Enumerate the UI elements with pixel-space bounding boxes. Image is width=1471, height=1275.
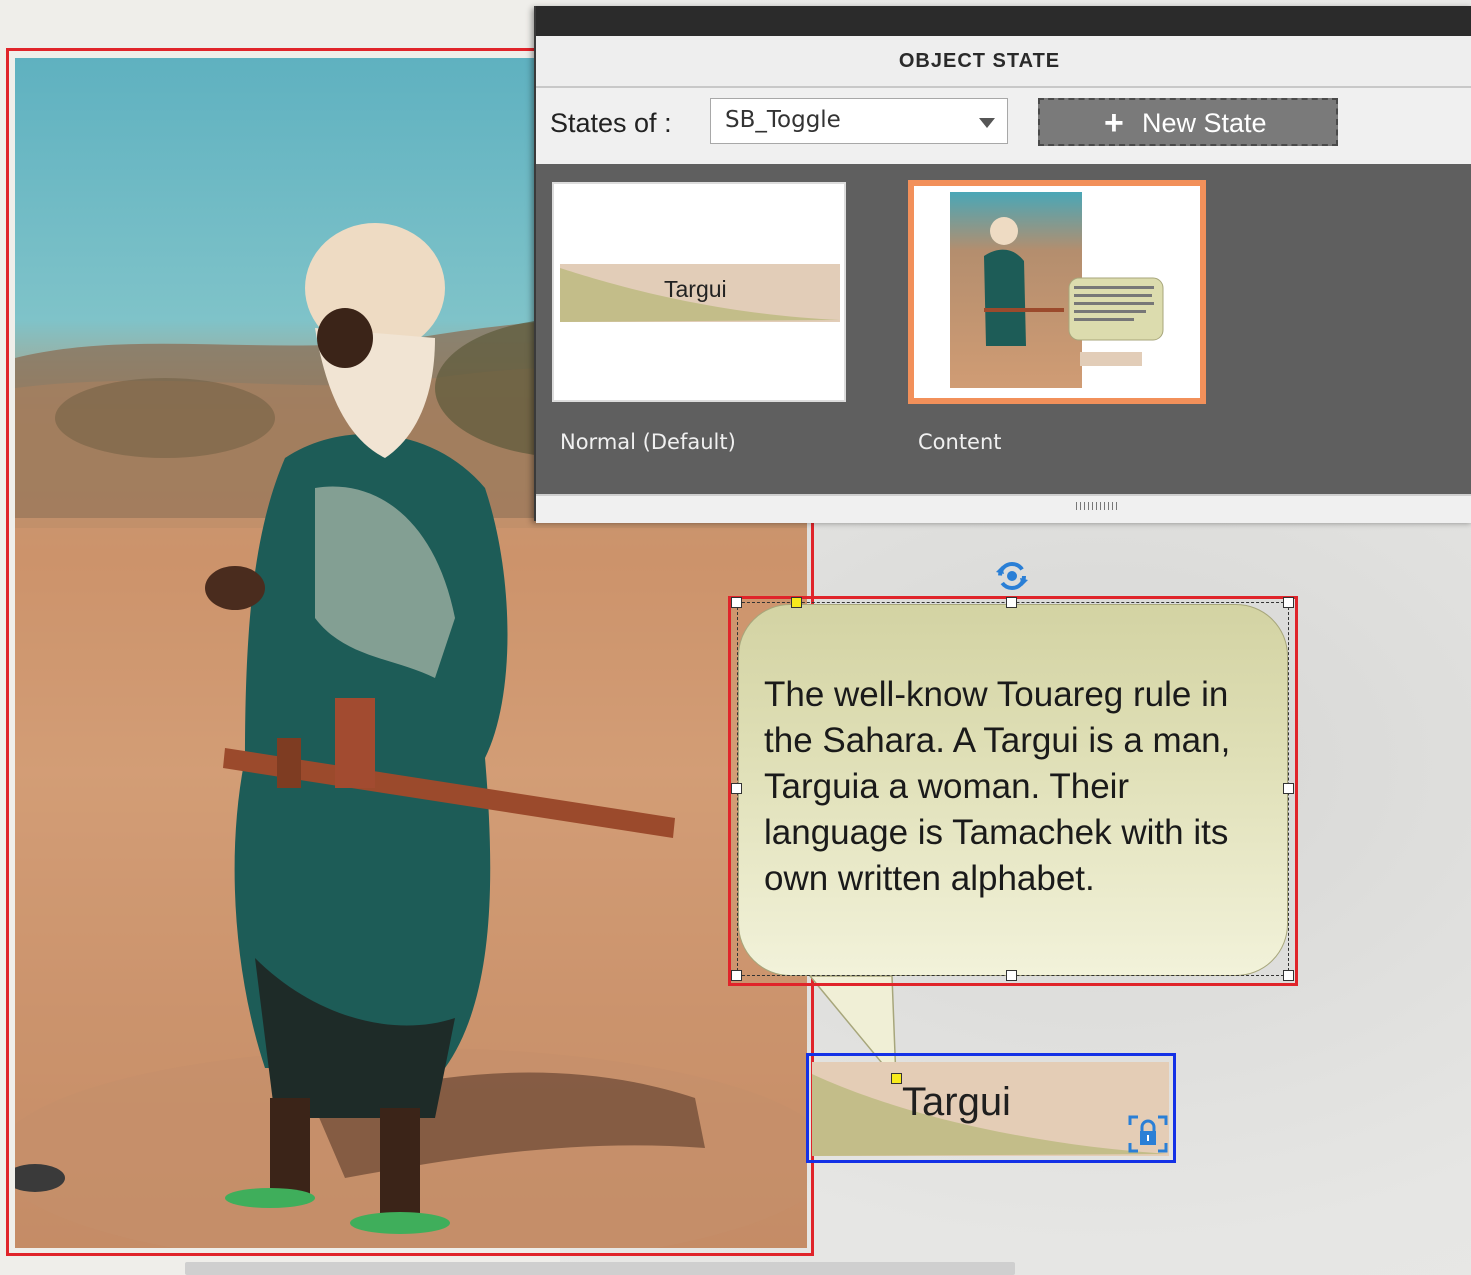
resize-handle-bottom-center[interactable] bbox=[1006, 970, 1017, 981]
resize-handle-top-left[interactable] bbox=[731, 597, 742, 608]
lock-icon[interactable] bbox=[1128, 1115, 1168, 1153]
callout-tail-handle[interactable] bbox=[791, 597, 802, 608]
resize-handle-middle-right[interactable] bbox=[1283, 783, 1294, 794]
panel-toolbar: States of : SB_Toggle + New State bbox=[536, 88, 1471, 164]
new-state-button[interactable]: + New State bbox=[1038, 98, 1338, 146]
panel-top-bar[interactable] bbox=[536, 6, 1471, 36]
panel-header: OBJECT STATE bbox=[536, 36, 1471, 88]
states-list: Targui Normal (Default) Content bbox=[536, 164, 1471, 494]
resize-handle-top-center[interactable] bbox=[1006, 597, 1017, 608]
normal-state-preview-banner: Targui bbox=[560, 264, 840, 322]
state-caption-content[interactable]: Content bbox=[918, 430, 1002, 454]
resize-handle-bottom-right[interactable] bbox=[1283, 970, 1294, 981]
object-state-panel: OBJECT STATE States of : SB_Toggle + New… bbox=[534, 6, 1471, 523]
panel-resize-grip[interactable] bbox=[536, 494, 1471, 523]
panel-title: OBJECT STATE bbox=[898, 49, 1061, 72]
callout-text[interactable]: The well-know Touareg rule in the Sahara… bbox=[764, 672, 1274, 902]
state-caption-normal[interactable]: Normal (Default) bbox=[560, 430, 736, 454]
new-state-label: New State bbox=[1142, 108, 1267, 138]
horizontal-scrollbar[interactable] bbox=[185, 1262, 1015, 1275]
resize-handle-bottom-left[interactable] bbox=[731, 970, 742, 981]
selected-object-value: SB_Toggle bbox=[725, 107, 841, 133]
normal-state-preview-text: Targui bbox=[664, 276, 727, 302]
rotate-icon[interactable] bbox=[992, 558, 1032, 594]
states-of-label: States of : bbox=[550, 108, 672, 138]
banner-label: Targui bbox=[902, 1080, 1011, 1124]
object-select-dropdown[interactable]: SB_Toggle bbox=[710, 98, 1008, 144]
state-thumbnail-content[interactable] bbox=[908, 180, 1206, 404]
grip-icon[interactable] bbox=[1076, 502, 1120, 510]
dropdown-arrow-icon[interactable] bbox=[979, 118, 995, 128]
resize-handle-top-right[interactable] bbox=[1283, 597, 1294, 608]
state-thumbnail-normal[interactable]: Targui bbox=[552, 182, 846, 402]
callout-anchor-handle[interactable] bbox=[891, 1073, 902, 1084]
resize-handle-middle-left[interactable] bbox=[731, 783, 742, 794]
plus-icon: + bbox=[1104, 104, 1124, 142]
